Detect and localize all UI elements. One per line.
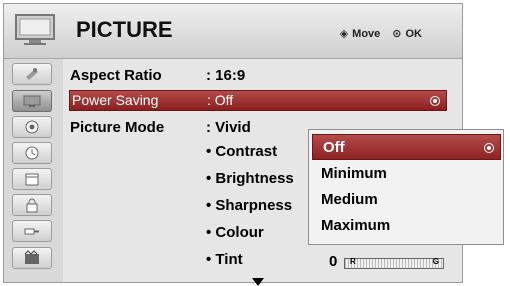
power-saving-submenu: Off Minimum Medium Maximum: [308, 129, 504, 245]
sidebar-item-picture[interactable]: [12, 90, 52, 112]
aspect-ratio-value: : 16:9: [206, 67, 246, 84]
scroll-down-arrow-icon[interactable]: [252, 278, 264, 286]
sharpness-label[interactable]: • Sharpness: [206, 197, 292, 214]
nav-hint: ◈ Move ⊙ OK: [339, 27, 423, 41]
brightness-label[interactable]: • Brightness: [206, 170, 294, 187]
input-plug-icon: [24, 228, 39, 235]
radio-selected-icon: [484, 143, 494, 153]
tint-slider[interactable]: R G: [344, 257, 444, 269]
submenu-item-maximum[interactable]: Maximum: [321, 217, 390, 234]
sidebar-item-media[interactable]: [12, 247, 52, 269]
sidebar-item-lock[interactable]: [12, 194, 52, 216]
submenu-item-off[interactable]: Off: [312, 134, 501, 160]
picture-mode-value: : Vivid: [206, 119, 251, 136]
power-saving-value: : Off: [207, 92, 234, 108]
menu-header: PICTURE ◈ Move ⊙ OK: [4, 4, 462, 59]
contrast-label[interactable]: • Contrast: [206, 143, 277, 160]
lock-icon: [26, 198, 38, 213]
colour-label[interactable]: • Colour: [206, 224, 264, 241]
speaker-icon: [25, 120, 39, 134]
sidebar-menu: [4, 59, 61, 282]
page-title: PICTURE: [76, 17, 173, 42]
sidebar-item-audio[interactable]: [12, 116, 52, 138]
submenu-item-off-label: Off: [323, 139, 345, 156]
tv-icon-svg: [15, 14, 55, 45]
power-saving-label: Power Saving: [72, 92, 159, 108]
calendar-icon: [25, 173, 39, 186]
aspect-ratio-label[interactable]: Aspect Ratio: [70, 67, 162, 84]
satellite-icon: [26, 68, 38, 80]
tint-left-label: R: [350, 257, 356, 266]
move-arrows-icon: ◈: [339, 28, 349, 40]
selected-radio-icon: [430, 96, 440, 106]
media-icon: [24, 250, 39, 264]
ok-button-icon: ⊙: [392, 28, 402, 40]
clock-icon: [25, 146, 39, 160]
submenu-item-medium[interactable]: Medium: [321, 191, 378, 208]
tint-value: 0: [329, 253, 338, 270]
tint-label[interactable]: • Tint: [206, 251, 243, 268]
tint-right-label: G: [432, 257, 439, 266]
sidebar-item-input[interactable]: [12, 220, 52, 242]
tv-icon: [14, 13, 56, 47]
tv-icon: [23, 95, 41, 107]
picture-mode-label[interactable]: Picture Mode: [70, 119, 164, 136]
sidebar-item-time[interactable]: [12, 142, 52, 164]
sidebar-item-option[interactable]: [12, 168, 52, 190]
power-saving-row[interactable]: Power Saving : Off: [69, 90, 447, 111]
ok-hint-label: OK: [405, 27, 423, 40]
submenu-item-minimum[interactable]: Minimum: [321, 165, 387, 182]
move-hint-label: Move: [352, 27, 381, 40]
sidebar-item-satellite[interactable]: [12, 63, 52, 85]
